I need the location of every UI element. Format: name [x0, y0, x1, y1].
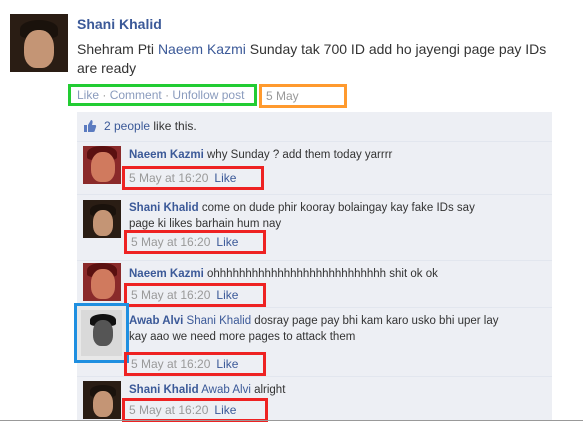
commenter-name[interactable]: Shani Khalid	[129, 202, 199, 214]
divider	[0, 420, 583, 421]
commenter-name[interactable]: Naeem Kazmi	[129, 149, 204, 161]
comment-like-link[interactable]: Like	[214, 171, 236, 185]
post-date[interactable]: 5 May	[259, 84, 347, 108]
commenter-name[interactable]: Naeem Kazmi	[129, 268, 204, 280]
post-like-link[interactable]: Like	[77, 88, 99, 102]
post-author-avatar[interactable]	[10, 14, 68, 72]
comment-mention-link[interactable]: Awab Alvi	[201, 384, 251, 396]
avatar-face	[93, 210, 113, 236]
thumbs-up-icon	[84, 120, 97, 132]
comment-time[interactable]: 5 May at 16:20	[131, 357, 210, 371]
comment-body: Naeem Kazmi ohhhhhhhhhhhhhhhhhhhhhhhhhhh…	[129, 266, 544, 282]
comment-time[interactable]: 5 May at 16:20	[131, 288, 210, 302]
comment-text: alright	[250, 384, 286, 396]
comment-like-link[interactable]: Like	[216, 288, 238, 302]
comment-body: Shani Khalid Awab Alvi alright	[129, 382, 544, 398]
comment-like-link[interactable]: Like	[216, 357, 238, 371]
comment-timestamp-row: 5 May at 16:20 Like	[122, 398, 268, 422]
comment-like-link[interactable]: Like	[216, 235, 238, 249]
avatar-face	[24, 30, 54, 68]
separator: ·	[102, 88, 107, 102]
avatar-face	[91, 269, 115, 299]
separator: ·	[165, 88, 170, 102]
comment-body: Shani Khalid come on dude phir kooray bo…	[129, 200, 499, 232]
post-mention-link[interactable]: Naeem Kazmi	[158, 41, 246, 57]
comment-time[interactable]: 5 May at 16:20	[129, 403, 208, 417]
comment-time[interactable]: 5 May at 16:20	[131, 235, 210, 249]
comment-timestamp-row: 5 May at 16:20 Like	[124, 283, 266, 307]
comment-body: Awab Alvi Shani Khalid dosray page pay b…	[129, 313, 519, 345]
comment-body: Naeem Kazmi why Sunday ? add them today …	[129, 147, 544, 163]
comment-time[interactable]: 5 May at 16:20	[129, 171, 208, 185]
post-actions-bar: Like · Comment · Unfollow post	[68, 84, 257, 106]
comment-timestamp-row: 5 May at 16:20 Like	[122, 166, 264, 190]
post-unfollow-link[interactable]: Unfollow post	[172, 88, 244, 102]
post-author-name[interactable]: Shani Khalid	[77, 16, 162, 32]
commenter-avatar[interactable]	[81, 310, 122, 356]
comment-text: ohhhhhhhhhhhhhhhhhhhhhhhhhhh shit ok ok	[207, 268, 438, 280]
likes-row: 2 people like this.	[77, 112, 552, 140]
commenter-avatar[interactable]	[83, 200, 121, 238]
commenter-name[interactable]: Shani Khalid	[129, 384, 199, 396]
likes-suffix: like this.	[150, 119, 197, 133]
post-text-before: Shehram Pti	[77, 41, 158, 57]
avatar-face	[93, 320, 113, 346]
comment-text: dosray page pay bhi kam karo usko bhi up…	[129, 315, 499, 343]
commenter-avatar[interactable]	[83, 146, 121, 184]
likes-summary: 2 people like this.	[104, 112, 197, 140]
comment-like-link[interactable]: Like	[214, 403, 236, 417]
post-date-text[interactable]: 5 May	[266, 89, 299, 103]
commenter-avatar-frame[interactable]	[74, 303, 129, 363]
commenter-name[interactable]: Awab Alvi	[129, 315, 183, 327]
avatar-face	[91, 152, 115, 182]
post-text: Shehram Pti Naeem Kazmi Sunday tak 700 I…	[77, 40, 557, 78]
comment-text: why Sunday ? add them today yarrrr	[207, 149, 393, 161]
post-comment-link[interactable]: Comment	[110, 88, 162, 102]
commenter-avatar[interactable]	[83, 263, 121, 301]
commenter-avatar[interactable]	[83, 381, 121, 419]
likes-count-link[interactable]: 2 people	[104, 119, 150, 133]
comment-mention-link[interactable]: Shani Khalid	[187, 315, 252, 327]
comment-timestamp-row: 5 May at 16:20 Like	[124, 230, 266, 254]
avatar-face	[93, 391, 113, 417]
comment-timestamp-row: 5 May at 16:20 Like	[124, 352, 266, 376]
